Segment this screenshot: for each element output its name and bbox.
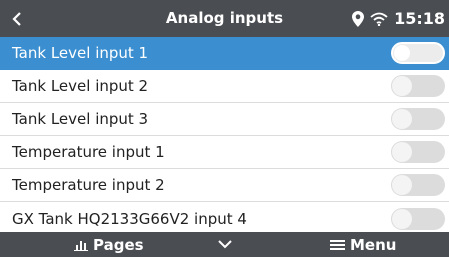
input-label: Temperature input 2 [12, 176, 165, 194]
input-label: Tank Level input 1 [12, 44, 149, 62]
top-bar: Analog inputs 15:18 [0, 0, 449, 37]
menu-button[interactable]: Menu [330, 232, 396, 257]
toggle-knob [394, 45, 410, 61]
enable-toggle[interactable] [391, 207, 445, 230]
enable-toggle[interactable] [391, 108, 445, 130]
enable-toggle[interactable] [391, 141, 445, 163]
clock-time: 15:18 [394, 9, 445, 28]
bar-chart-icon [74, 240, 88, 251]
list-item[interactable]: Tank Level input 1 [0, 37, 449, 70]
back-icon [12, 11, 21, 26]
input-label: GX Tank HQ2133G66V2 input 4 [12, 209, 247, 228]
status-area: 15:18 [352, 0, 445, 37]
location-pin-icon [352, 10, 365, 27]
toggle-knob [392, 175, 412, 195]
toggle-knob [392, 76, 412, 96]
pages-label: Pages [93, 235, 144, 254]
list-item[interactable]: Temperature input 1 [0, 136, 449, 169]
enable-toggle[interactable] [391, 174, 445, 196]
analog-input-list: Tank Level input 1 Tank Level input 2 Ta… [0, 37, 449, 235]
wifi-icon [370, 12, 388, 26]
scroll-down-button[interactable] [218, 232, 232, 257]
list-item[interactable]: GX Tank HQ2133G66V2 input 4 [0, 202, 449, 235]
toggle-knob [392, 142, 412, 162]
input-label: Tank Level input 3 [12, 110, 149, 128]
list-item[interactable]: Tank Level input 2 [0, 70, 449, 103]
bottom-bar: Pages Menu [0, 232, 449, 257]
hamburger-menu-icon [330, 239, 345, 250]
toggle-knob [392, 109, 412, 129]
enable-toggle[interactable] [391, 42, 445, 64]
list-item[interactable]: Temperature input 2 [0, 169, 449, 202]
input-label: Temperature input 1 [12, 143, 165, 161]
back-button[interactable] [2, 0, 32, 37]
menu-label: Menu [350, 235, 397, 254]
enable-toggle[interactable] [391, 75, 445, 97]
screen: Analog inputs 15:18 Tank Level input 1 T… [0, 0, 449, 257]
list-item[interactable]: Tank Level input 3 [0, 103, 449, 136]
input-label: Tank Level input 2 [12, 77, 149, 95]
toggle-knob [392, 208, 412, 229]
chevron-down-icon [218, 240, 232, 249]
pages-button[interactable]: Pages [74, 232, 144, 257]
